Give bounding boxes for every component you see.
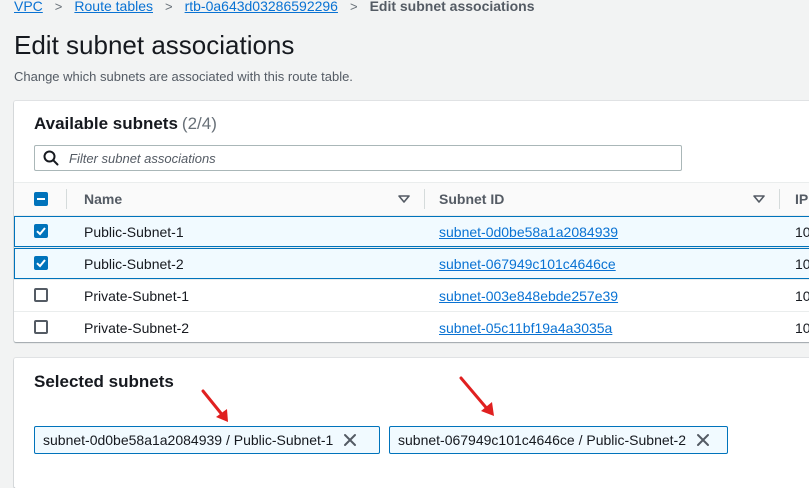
subnet-name: Private-Subnet-1 <box>84 287 190 304</box>
token-label: subnet-0d0be58a1a2084939 / Public-Subnet… <box>43 432 334 448</box>
search-icon <box>43 150 59 166</box>
table-row[interactable]: Public-Subnet-1 subnet-0d0be58a1a2084939… <box>14 216 809 248</box>
close-icon[interactable] <box>696 433 710 447</box>
column-header-ip[interactable]: IP <box>795 183 808 215</box>
row-checkbox[interactable] <box>34 224 48 238</box>
available-subnets-count: (2/4) <box>181 114 217 133</box>
table-header: Name Subnet ID IP <box>14 182 809 216</box>
column-subnet-id-label: Subnet ID <box>439 191 505 207</box>
breadcrumb-current: Edit subnet associations <box>369 0 535 14</box>
column-ip-label: IP <box>795 191 809 207</box>
caret-down-icon[interactable] <box>398 195 410 203</box>
filter-input[interactable] <box>67 149 651 167</box>
select-all-checkbox[interactable] <box>34 192 48 206</box>
row-checkbox[interactable] <box>34 288 48 302</box>
row-checkbox[interactable] <box>34 320 48 334</box>
chevron-right-icon: > <box>54 0 63 14</box>
column-divider <box>779 189 780 209</box>
caret-down-icon[interactable] <box>753 195 765 203</box>
red-arrow-icon <box>459 376 494 416</box>
breadcrumb-vpc-link[interactable]: VPC <box>14 0 43 14</box>
red-arrow-icon <box>201 389 228 422</box>
column-name-label: Name <box>84 191 123 207</box>
page-description: Change which subnets are associated with… <box>14 69 353 84</box>
subnet-ip: 10 <box>795 223 809 240</box>
subnet-ip: 10 <box>795 255 809 272</box>
available-subnets-header: Available subnets (2/4) <box>34 114 217 134</box>
chevron-right-icon: > <box>349 0 358 14</box>
token-label: subnet-067949c101c4646ce / Public-Subnet… <box>398 432 686 448</box>
selected-subnets-title: Selected subnets <box>34 372 174 391</box>
subnet-ip: 10 <box>795 287 809 304</box>
close-icon[interactable] <box>343 433 357 447</box>
check-icon <box>36 227 46 236</box>
subnets-table: Name Subnet ID IP Public-Subnet-1 subnet… <box>14 182 809 343</box>
table-row[interactable]: Public-Subnet-2 subnet-067949c101c4646ce… <box>14 248 809 280</box>
column-header-subnet-id[interactable]: Subnet ID <box>439 183 504 215</box>
table-row[interactable]: Private-Subnet-1 subnet-003e848ebde257e3… <box>14 280 809 312</box>
breadcrumb-route-table-link[interactable]: rtb-0a643d03286592296 <box>185 0 338 14</box>
minus-icon <box>37 198 45 200</box>
page-title: Edit subnet associations <box>14 30 295 60</box>
subnet-name: Public-Subnet-1 <box>84 223 184 240</box>
available-subnets-title: Available subnets <box>34 114 178 133</box>
subnet-id-link[interactable]: subnet-05c11bf19a4a3035a <box>439 320 612 336</box>
row-checkbox[interactable] <box>34 256 48 270</box>
column-divider <box>424 189 425 209</box>
subnet-id-link[interactable]: subnet-067949c101c4646ce <box>439 256 616 272</box>
subnet-id-link[interactable]: subnet-003e848ebde257e39 <box>439 288 618 304</box>
subnet-name: Private-Subnet-2 <box>84 319 190 336</box>
chevron-right-icon: > <box>165 0 173 14</box>
breadcrumb: VPC > Route tables > rtb-0a643d032865922… <box>14 0 535 16</box>
column-divider <box>66 189 67 209</box>
available-subnets-panel: Available subnets(2/4) Name Subnet <box>14 101 809 342</box>
subnet-ip: 10 <box>795 319 809 336</box>
breadcrumb-route-tables-link[interactable]: Route tables <box>74 0 153 14</box>
selected-subnet-token: subnet-067949c101c4646ce / Public-Subnet… <box>389 426 728 454</box>
subnet-id-link[interactable]: subnet-0d0be58a1a2084939 <box>439 224 618 240</box>
check-icon <box>36 259 46 268</box>
filter-box <box>34 145 682 171</box>
subnet-name: Public-Subnet-2 <box>84 255 184 272</box>
column-header-name[interactable]: Name <box>84 183 122 215</box>
selected-subnet-token: subnet-0d0be58a1a2084939 / Public-Subnet… <box>34 426 380 454</box>
table-row[interactable]: Private-Subnet-2 subnet-05c11bf19a4a3035… <box>14 312 809 343</box>
selected-subnets-panel: Selected subnets subnet-0d0be58a1a208493… <box>14 358 809 488</box>
